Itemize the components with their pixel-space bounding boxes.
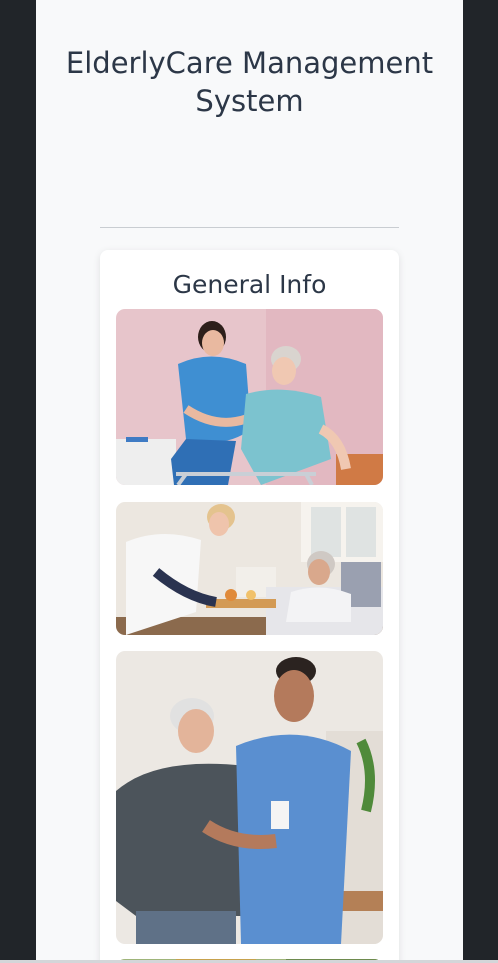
page-title: ElderlyCare Management System bbox=[65, 46, 434, 118]
photo-caregiver-walker bbox=[116, 309, 383, 485]
main-content: ElderlyCare Management System General In… bbox=[36, 0, 463, 963]
photo-nurse-elderly-man bbox=[116, 651, 383, 944]
card-title: General Info bbox=[172, 270, 327, 299]
divider bbox=[100, 227, 399, 228]
right-sidebar bbox=[463, 0, 498, 963]
photo-nurse-serving-meal bbox=[116, 502, 383, 635]
left-sidebar bbox=[0, 0, 36, 963]
